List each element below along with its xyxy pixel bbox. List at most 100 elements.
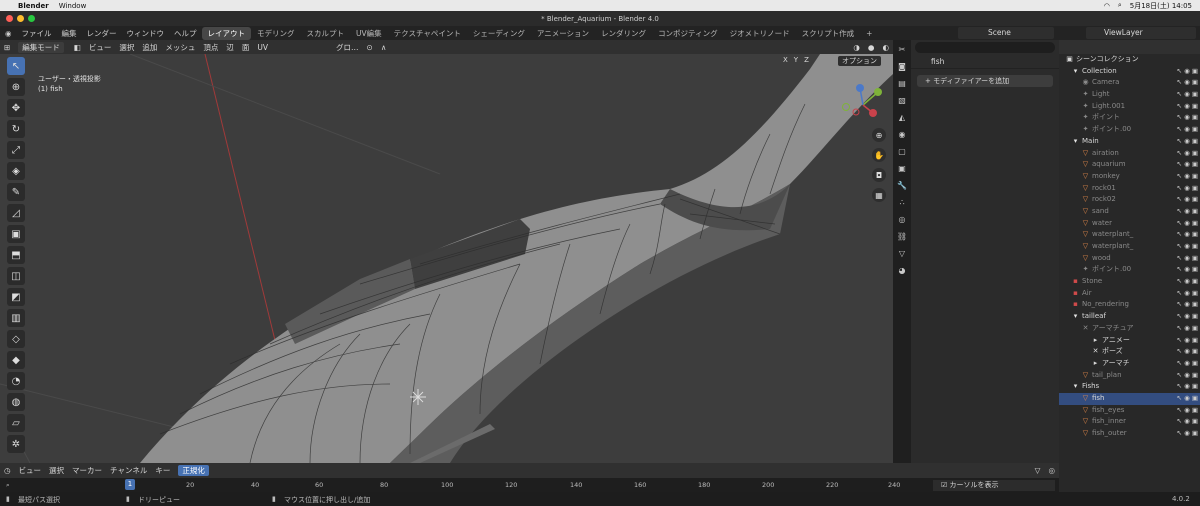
scale-tool-icon[interactable]: ⤢ bbox=[7, 141, 25, 159]
visibility-toggle-icon[interactable]: ↖ ◉ ▣ bbox=[1177, 358, 1198, 370]
editor-type-icon[interactable]: ⊞ bbox=[0, 43, 14, 52]
annotate-tool-icon[interactable]: ✎ bbox=[7, 183, 25, 201]
visibility-toggle-icon[interactable]: ↖ ◉ ▣ bbox=[1177, 416, 1198, 428]
object-tab-icon[interactable]: ▣ bbox=[895, 162, 909, 176]
visibility-toggle-icon[interactable]: ↖ ◉ ▣ bbox=[1177, 288, 1198, 300]
visibility-toggle-icon[interactable]: ↖ ◉ ▣ bbox=[1177, 393, 1198, 405]
outliner-item[interactable]: ✦ Light ↖ ◉ ▣ bbox=[1059, 89, 1200, 101]
visibility-toggle-icon[interactable]: ↖ ◉ ▣ bbox=[1177, 335, 1198, 347]
world-tab-icon[interactable]: ◉ bbox=[895, 128, 909, 142]
outliner-item[interactable]: ▸ アーマチ ↖ ◉ ▣ bbox=[1059, 358, 1200, 370]
visibility-toggle-icon[interactable]: ↖ ◉ ▣ bbox=[1177, 112, 1198, 124]
rip-tool-icon[interactable]: ✲ bbox=[7, 435, 25, 453]
current-frame-indicator[interactable]: 1 bbox=[125, 479, 135, 490]
visibility-toggle-icon[interactable]: ↖ ◉ ▣ bbox=[1177, 136, 1198, 148]
menu-window[interactable]: ウィンドウ bbox=[122, 28, 170, 39]
bevel-tool-icon[interactable]: ◩ bbox=[7, 288, 25, 306]
outliner-item[interactable]: ▽ rock01 ↖ ◉ ▣ bbox=[1059, 183, 1200, 195]
move-tool-icon[interactable]: ✥ bbox=[7, 99, 25, 117]
viewport-menu-vertex[interactable]: 頂点 bbox=[199, 42, 222, 53]
navigation-gizmo[interactable] bbox=[838, 80, 888, 130]
viewport-menu-view[interactable]: ビュー bbox=[85, 42, 116, 53]
viewport-menu-face[interactable]: 面 bbox=[238, 42, 254, 53]
add-cube-tool-icon[interactable]: ▣ bbox=[7, 225, 25, 243]
modifier-tab-icon[interactable]: 🔧 bbox=[895, 179, 909, 193]
particles-tab-icon[interactable]: ∴ bbox=[895, 196, 909, 210]
inset-tool-icon[interactable]: ◫ bbox=[7, 267, 25, 285]
outliner-item[interactable]: ▾ Collection ↖ ◉ ▣ bbox=[1059, 66, 1200, 78]
snap-timeline-icon[interactable]: ◎ bbox=[1044, 466, 1059, 475]
view-layer-selector[interactable]: ViewLayer bbox=[1086, 27, 1196, 39]
visibility-toggle-icon[interactable]: ↖ ◉ ▣ bbox=[1177, 241, 1198, 253]
axis-z-toggle[interactable]: Z bbox=[804, 56, 809, 64]
viewport-menu-add[interactable]: 追加 bbox=[138, 42, 161, 53]
filter-icon[interactable]: ▽ bbox=[1031, 466, 1045, 475]
viewport-menu-uv[interactable]: UV bbox=[253, 43, 272, 52]
grid-icon[interactable]: ▦ bbox=[872, 188, 886, 202]
loop-cut-tool-icon[interactable]: ▥ bbox=[7, 309, 25, 327]
outliner-item[interactable]: ▪ Stone ↖ ◉ ▣ bbox=[1059, 276, 1200, 288]
snap-icon[interactable]: ⊙ bbox=[363, 43, 377, 52]
tab-compositing[interactable]: コンポジティング bbox=[652, 27, 724, 40]
visibility-toggle-icon[interactable]: ↖ ◉ ▣ bbox=[1177, 194, 1198, 206]
material-tab-icon[interactable]: ◕ bbox=[895, 264, 909, 278]
visibility-toggle-icon[interactable]: ↖ ◉ ▣ bbox=[1177, 101, 1198, 113]
show-cursor-checkbox[interactable]: ☑ カーソルを表示 bbox=[933, 480, 1055, 491]
transform-orientation-dropdown[interactable]: グロ… bbox=[332, 42, 363, 53]
overlay-icon[interactable]: ◑ bbox=[849, 43, 864, 52]
zoom-icon[interactable]: ⊕ bbox=[872, 128, 886, 142]
add-modifier-button[interactable]: + モディファイアーを追加 bbox=[917, 75, 1053, 87]
visibility-toggle-icon[interactable]: ↖ ◉ ▣ bbox=[1177, 276, 1198, 288]
blender-logo-icon[interactable]: ◉ bbox=[0, 29, 17, 38]
timeline-ruler[interactable]: ⌕ 20 40 60 80 100 120 140 160 180 200 22… bbox=[0, 478, 1059, 492]
axis-y-toggle[interactable]: Y bbox=[794, 56, 798, 64]
mac-app-name[interactable]: Blender bbox=[18, 2, 49, 10]
spin-tool-icon[interactable]: ◔ bbox=[7, 372, 25, 390]
mac-clock[interactable]: 5月18日(土) 14:05 bbox=[1130, 1, 1192, 11]
shear-tool-icon[interactable]: ▱ bbox=[7, 414, 25, 432]
viewport-menu-mesh[interactable]: メッシュ bbox=[161, 42, 199, 53]
outliner-item[interactable]: ✦ Light.001 ↖ ◉ ▣ bbox=[1059, 101, 1200, 113]
collection-tab-icon[interactable]: ▢ bbox=[895, 145, 909, 159]
outliner-item[interactable]: ▽ sand ↖ ◉ ▣ bbox=[1059, 206, 1200, 218]
outliner-item[interactable]: ▾ Main ↖ ◉ ▣ bbox=[1059, 136, 1200, 148]
render-tab-icon[interactable]: ◙ bbox=[895, 60, 909, 74]
extrude-tool-icon[interactable]: ⬒ bbox=[7, 246, 25, 264]
outliner-item[interactable]: ▸ アニメー ↖ ◉ ▣ bbox=[1059, 335, 1200, 347]
visibility-toggle-icon[interactable]: ↖ ◉ ▣ bbox=[1177, 299, 1198, 311]
rotate-tool-icon[interactable]: ↻ bbox=[7, 120, 25, 138]
outliner-item[interactable]: ▪ Air ↖ ◉ ▣ bbox=[1059, 288, 1200, 300]
outliner-item[interactable]: ▽ airation ↖ ◉ ▣ bbox=[1059, 148, 1200, 160]
outliner-item[interactable]: ▾ tailleaf ↖ ◉ ▣ bbox=[1059, 311, 1200, 323]
vertex-select-icon[interactable]: ◧ bbox=[70, 43, 85, 52]
outliner-item[interactable]: ▽ aquarium ↖ ◉ ▣ bbox=[1059, 159, 1200, 171]
outliner-item[interactable]: ▽ tail_plan ↖ ◉ ▣ bbox=[1059, 370, 1200, 382]
constraints-tab-icon[interactable]: ⛓ bbox=[895, 230, 909, 244]
camera-icon[interactable]: ◘ bbox=[872, 168, 886, 182]
visibility-toggle-icon[interactable]: ↖ ◉ ▣ bbox=[1177, 381, 1198, 393]
visibility-toggle-icon[interactable]: ↖ ◉ ▣ bbox=[1177, 218, 1198, 230]
normalize-toggle[interactable]: 正規化 bbox=[178, 465, 209, 476]
tool-tab-icon[interactable]: ✂ bbox=[895, 43, 909, 57]
cursor-tool-icon[interactable]: ⊕ bbox=[7, 78, 25, 96]
visibility-toggle-icon[interactable]: ↖ ◉ ▣ bbox=[1177, 159, 1198, 171]
menu-render[interactable]: レンダー bbox=[82, 28, 122, 39]
physics-tab-icon[interactable]: ◎ bbox=[895, 213, 909, 227]
outliner-item[interactable]: ▽ fish_inner ↖ ◉ ▣ bbox=[1059, 416, 1200, 428]
3d-viewport[interactable] bbox=[0, 54, 893, 463]
outliner-item[interactable]: ✦ ポイント ↖ ◉ ▣ bbox=[1059, 112, 1200, 124]
tab-sculpt[interactable]: スカルプト bbox=[301, 27, 351, 40]
menu-file[interactable]: ファイル bbox=[17, 28, 57, 39]
outliner-item[interactable]: ▾ Fishs ↖ ◉ ▣ bbox=[1059, 381, 1200, 393]
outliner-item[interactable]: ✦ ポイント.00 ↖ ◉ ▣ bbox=[1059, 124, 1200, 136]
viewport-menu-select[interactable]: 選択 bbox=[115, 42, 138, 53]
options-dropdown[interactable]: オプション bbox=[838, 56, 881, 66]
outliner-item[interactable]: ◉ Camera ↖ ◉ ▣ bbox=[1059, 77, 1200, 89]
tab-scripting[interactable]: スクリプト作成 bbox=[796, 27, 861, 40]
tab-animation[interactable]: アニメーション bbox=[531, 27, 595, 40]
pan-hand-icon[interactable]: ✋ bbox=[872, 148, 886, 162]
minimize-window-button[interactable] bbox=[17, 15, 24, 22]
visibility-toggle-icon[interactable]: ↖ ◉ ▣ bbox=[1177, 323, 1198, 335]
close-window-button[interactable] bbox=[6, 15, 13, 22]
timeline-menu-view[interactable]: ビュー bbox=[15, 465, 46, 476]
